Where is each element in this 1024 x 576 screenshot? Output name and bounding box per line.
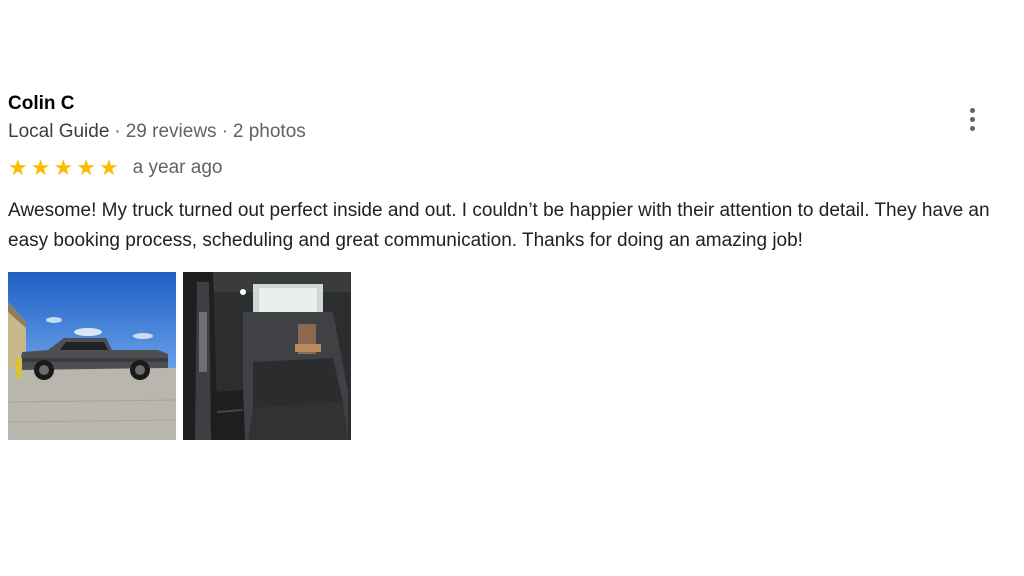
star-rating: ★ ★ ★ ★ ★ [8, 157, 119, 179]
reviewer-name[interactable]: Colin C [8, 92, 1018, 116]
reviews-count: 29 reviews [125, 121, 217, 142]
photos-count: 2 photos [232, 121, 306, 142]
star-icon: ★ [98, 155, 119, 180]
dot [969, 107, 975, 113]
star-icon: ★ [53, 155, 74, 180]
review-card: Colin C Local Guide · 29 reviews · 2 photos … [8, 92, 1018, 440]
rating-row: ★ ★ ★ ★ ★ a year ago [8, 156, 1018, 180]
star-icon: ★ [30, 155, 51, 180]
star-icon: ★ [8, 155, 28, 180]
review-time: a year ago [132, 157, 223, 178]
dot [969, 125, 975, 131]
separator: · [114, 121, 121, 142]
local-guide-badge: Local Guide [8, 121, 110, 142]
review-text: Awesome! My truck turned out perfect ins… [8, 200, 990, 251]
dot [969, 116, 975, 122]
star-icon: ★ [76, 155, 96, 180]
reviewer-meta: Local Guide · 29 reviews · 2 photos [8, 120, 1018, 144]
separator: · [221, 121, 228, 142]
review-photos [8, 272, 1018, 440]
truck-exterior-photo[interactable] [8, 272, 176, 440]
more-vert-icon[interactable] [960, 104, 984, 134]
truck-interior-photo[interactable] [183, 272, 351, 440]
